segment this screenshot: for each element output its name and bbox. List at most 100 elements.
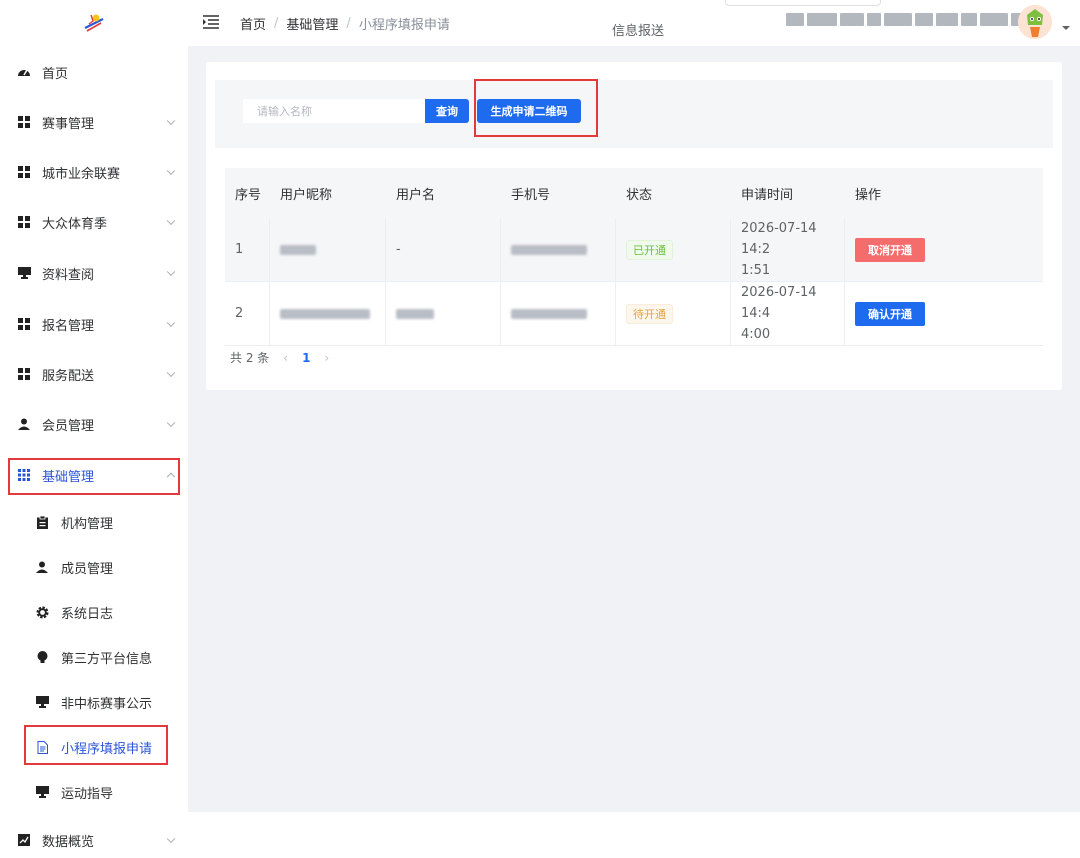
sidebar-subitem-third-party[interactable]: 第三方平台信息: [0, 637, 188, 677]
sidebar-item-registration[interactable]: 报名管理: [0, 304, 188, 344]
sidebar-item-city-league[interactable]: 城市业余联赛: [0, 152, 188, 192]
pagination-page-1[interactable]: 1: [302, 351, 310, 365]
sidebar-item-documents[interactable]: 资料查阅: [0, 253, 188, 293]
caret-down-icon[interactable]: [1062, 26, 1070, 30]
user-icon: [35, 560, 49, 574]
chevron-down-icon: [166, 318, 176, 328]
grid-icon: [17, 367, 31, 381]
sidebar-subitem-label: 机构管理: [61, 516, 114, 532]
application-table: 序号 用户昵称 用户名 手机号 状态 申请时间 操作 1 - 已开通 2026-…: [225, 168, 1043, 346]
sidebar-item-members[interactable]: 会员管理: [0, 404, 188, 444]
table-row: 1 - 已开通 2026-07-14 14:2 1:51 取消开通: [225, 218, 1043, 282]
sidebar-item-home[interactable]: 首页: [0, 52, 188, 92]
breadcrumb: 首页 / 基础管理 / 小程序填报申请: [240, 14, 450, 33]
grid-icon: [17, 115, 31, 129]
col-phone: 手机号: [511, 187, 551, 203]
sidebar-subitem-miniprogram-application[interactable]: 小程序填报申请: [0, 727, 188, 767]
sidebar-subitem-label: 小程序填报申请: [61, 741, 153, 757]
generate-qr-button[interactable]: 生成申请二维码: [477, 99, 581, 123]
table-header: 序号 用户昵称 用户名 手机号 状态 申请时间 操作: [225, 168, 1043, 218]
breadcrumb-home[interactable]: 首页: [240, 14, 266, 33]
cancel-activation-button[interactable]: 取消开通: [855, 237, 925, 262]
row-apply-time: 2026-07-14 14:4 4:00: [731, 282, 845, 345]
sidebar: 首页 赛事管理 城市业余联赛 大众体育季 资料查阅 报名管理 服务配送 会员管理…: [0, 0, 188, 858]
document-icon: [35, 740, 49, 754]
row-apply-time: 2026-07-14 14:2 1:51: [731, 218, 845, 281]
row-index: 2: [225, 282, 270, 345]
user-icon: [17, 417, 31, 431]
sidebar-item-label: 大众体育季: [42, 216, 108, 232]
sidebar-item-service-delivery[interactable]: 服务配送: [0, 354, 188, 394]
table-row: 2 待开通 2026-07-14 14:4 4:00 确认开通: [225, 282, 1043, 346]
dashboard-icon: [17, 65, 31, 79]
grid-icon: [17, 317, 31, 331]
confirm-activation-button[interactable]: 确认开通: [855, 301, 925, 326]
sidebar-subitem-label: 成员管理: [61, 561, 114, 577]
sidebar-subitem-system-log[interactable]: 系统日志: [0, 592, 188, 632]
lightbulb-icon: [35, 650, 49, 664]
grid-icon: [17, 215, 31, 229]
col-nickname: 用户昵称: [280, 187, 333, 203]
menu-fold-icon[interactable]: [203, 15, 219, 29]
row-actions: 取消开通: [845, 218, 1043, 281]
pagination-prev-button[interactable]: ‹: [283, 351, 288, 365]
col-username: 用户名: [396, 187, 436, 203]
search-input[interactable]: [243, 99, 425, 123]
gear-icon: [35, 605, 49, 619]
avatar[interactable]: [1018, 5, 1052, 39]
popover-edge: [725, 0, 881, 6]
row-status: 待开通: [616, 282, 731, 345]
chevron-down-icon: [166, 116, 176, 126]
top-header: 首页 / 基础管理 / 小程序填报申请 信息报送: [188, 0, 1080, 46]
breadcrumb-current: 小程序填报申请: [358, 18, 450, 33]
sidebar-subitem-sports-guidance[interactable]: 运动指导: [0, 772, 188, 812]
apply-time-line2: 1:51: [741, 263, 771, 278]
row-phone: [501, 218, 616, 281]
sidebar-item-data-overview[interactable]: 数据概览: [0, 820, 188, 858]
chevron-up-icon: [166, 472, 176, 482]
breadcrumb-basic-management[interactable]: 基础管理: [286, 14, 338, 33]
status-badge: 待开通: [626, 303, 673, 324]
row-status: 已开通: [616, 218, 731, 281]
sidebar-subitem-label: 运动指导: [61, 786, 114, 802]
search-bar: 查询 生成申请二维码: [215, 80, 1053, 148]
logo: [0, 0, 188, 46]
clipboard-icon: [35, 515, 49, 529]
sidebar-subitem-organizations[interactable]: 机构管理: [0, 502, 188, 542]
sidebar-item-event-management[interactable]: 赛事管理: [0, 102, 188, 142]
grid-icon: [17, 165, 31, 179]
sidebar-item-label: 数据概览: [42, 834, 95, 850]
sidebar-subitem-label: 系统日志: [61, 606, 114, 622]
monitor-icon: [35, 695, 49, 709]
sidebar-item-label: 基础管理: [42, 469, 95, 485]
row-actions: 确认开通: [845, 282, 1043, 345]
apply-time-line1: 2026-07-14 14:4: [741, 285, 817, 321]
sidebar-item-public-sports-season[interactable]: 大众体育季: [0, 202, 188, 242]
sidebar-item-label: 首页: [42, 66, 69, 82]
sidebar-item-label: 服务配送: [42, 368, 95, 384]
sidebar-item-label: 赛事管理: [42, 116, 95, 132]
apps-grid-icon: [17, 468, 31, 482]
sidebar-subitem-label: 第三方平台信息: [61, 651, 153, 667]
pagination-next-button[interactable]: ›: [324, 351, 329, 365]
user-info-blurred: [786, 13, 1029, 26]
apply-time-line2: 4:00: [741, 327, 771, 342]
header-info-report[interactable]: 信息报送: [612, 20, 664, 39]
status-badge: 已开通: [626, 239, 673, 260]
sidebar-subitem-members[interactable]: 成员管理: [0, 547, 188, 587]
monitor-icon: [17, 266, 31, 280]
pagination-total: 共 2 条: [230, 351, 270, 365]
sidebar-item-label: 城市业余联赛: [42, 166, 121, 182]
sidebar-item-label: 报名管理: [42, 318, 95, 334]
row-username: [386, 282, 501, 345]
col-apply-time: 申请时间: [741, 187, 794, 203]
sidebar-item-basic-management[interactable]: 基础管理: [0, 455, 188, 495]
row-nickname: [270, 218, 386, 281]
sidebar-subitem-non-winning-events[interactable]: 非中标赛事公示: [0, 682, 188, 722]
chevron-down-icon: [166, 418, 176, 428]
row-index: 1: [225, 218, 270, 281]
chevron-down-icon: [166, 267, 176, 277]
query-button[interactable]: 查询: [425, 99, 469, 123]
breadcrumb-separator: /: [274, 16, 279, 31]
sidebar-subitem-label: 非中标赛事公示: [61, 696, 153, 712]
